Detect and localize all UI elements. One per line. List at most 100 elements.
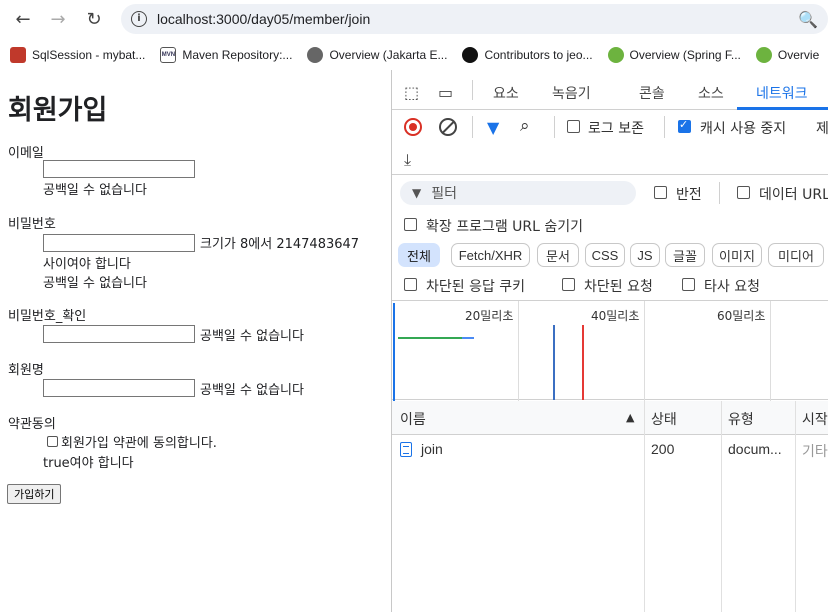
bookmark-label: Overview (Spring F...: [629, 48, 741, 62]
divider: [719, 182, 720, 204]
throttle-label[interactable]: 제: [816, 118, 828, 138]
bookmark-item[interactable]: MVN Maven Repository:...: [160, 47, 292, 63]
page-title: 회원가입: [8, 95, 108, 126]
password-field[interactable]: [43, 234, 195, 252]
mvn-icon: MVN: [160, 47, 177, 63]
github-icon: [462, 47, 479, 63]
type-filter-js[interactable]: JS: [630, 243, 660, 267]
preserve-log-checkbox[interactable]: [567, 120, 580, 133]
password-size-error-cont: 사이여야 합니다: [43, 257, 131, 272]
terms-error: true여야 합니다: [43, 456, 134, 471]
password-confirm-error: 공백일 수 없습니다: [200, 329, 304, 344]
column-divider: [795, 401, 796, 612]
globe-icon: [307, 47, 324, 63]
column-name[interactable]: 이름: [400, 409, 426, 429]
forward-icon[interactable]: →: [43, 4, 73, 34]
timeline-tick-label: 60밀리초: [717, 309, 766, 323]
type-filter-media[interactable]: 미디어: [768, 243, 824, 267]
bookmark-item[interactable]: Overview (Jakarta E...: [307, 47, 447, 63]
join-page: 회원가입 이메일 공백일 수 없습니다 비밀번호 크기가 8에서 2147483…: [0, 80, 391, 612]
devtools-panel: ⬚ ▭ 요소 녹음기 콘솔 소스 네트워크 ▼ ⌕ 로그 보존 캐시 사용 중지…: [391, 70, 828, 612]
clear-icon[interactable]: [439, 118, 457, 136]
bookmark-label: Maven Repository:...: [182, 48, 293, 62]
timeline-tick-label: 20밀리초: [465, 309, 514, 323]
spring-icon: [755, 47, 772, 63]
inspect-element-icon[interactable]: ⬚: [404, 83, 419, 102]
third-party-checkbox[interactable]: [682, 278, 695, 291]
join-submit-button[interactable]: 가입하기: [7, 484, 62, 504]
bookmark-label: Contributors to jeo...: [484, 48, 593, 62]
column-status[interactable]: 상태: [651, 409, 677, 429]
hide-extension-url-label: 확장 프로그램 URL 숨기기: [426, 219, 584, 235]
address-bar[interactable]: i localhost:3000/day05/member/join 🔍: [121, 4, 828, 34]
dom-content-loaded-line: [553, 325, 555, 400]
column-initiator[interactable]: 시작: [802, 409, 828, 429]
disable-cache-label: 캐시 사용 중지: [700, 121, 787, 137]
devtools-tab-bar: ⬚ ▭ 요소 녹음기 콘솔 소스 네트워크: [392, 70, 828, 110]
network-timeline[interactable]: 20밀리초 40밀리초 60밀리초: [392, 300, 828, 401]
request-status: 200: [651, 441, 675, 457]
name-field[interactable]: [43, 379, 195, 397]
spring-icon: [607, 47, 624, 63]
search-icon[interactable]: ⌕: [520, 116, 530, 136]
type-filter-css[interactable]: CSS: [585, 243, 625, 267]
type-filter-fetch[interactable]: Fetch/XHR: [451, 243, 530, 267]
column-type[interactable]: 유형: [728, 409, 754, 429]
import-har-icon[interactable]: ⤓: [404, 150, 411, 170]
email-field[interactable]: [43, 160, 195, 178]
browser-toolbar: ← → ↻ i localhost:3000/day05/member/join…: [0, 0, 828, 38]
bookmark-label: Overview (Jakarta E...: [329, 48, 448, 62]
bookmark-item[interactable]: Overview (Spring F...: [607, 47, 741, 63]
terms-checkbox-label: 회원가입 약관에 동의합니다.: [61, 436, 217, 451]
device-toolbar-icon[interactable]: ▭: [438, 83, 453, 102]
disable-cache-checkbox[interactable]: [678, 118, 691, 133]
terms-checkbox[interactable]: [47, 436, 58, 447]
bookmark-item[interactable]: Overvie: [755, 47, 820, 63]
tab-sources[interactable]: 소스: [698, 83, 724, 103]
bookmark-item[interactable]: SqlSession - mybat...: [10, 47, 145, 63]
filter-funnel-icon[interactable]: ▼: [487, 118, 499, 137]
password-confirm-label: 비밀번호_확인: [8, 309, 87, 324]
sort-asc-icon[interactable]: ▲: [626, 411, 634, 424]
site-info-icon[interactable]: i: [131, 11, 147, 27]
filter-icon: ▼: [412, 186, 422, 200]
load-event-line: [582, 325, 584, 400]
active-tab-indicator: [737, 107, 828, 110]
divider: [472, 80, 473, 100]
bookmarks-bar: SqlSession - mybat... MVN Maven Repositor…: [0, 40, 828, 70]
request-name[interactable]: join: [421, 441, 443, 457]
zoom-icon[interactable]: 🔍: [798, 10, 818, 29]
password-confirm-field[interactable]: [43, 325, 195, 343]
type-filter-font[interactable]: 글꼴: [665, 243, 705, 267]
email-label: 이메일: [8, 146, 44, 161]
url-text: localhost:3000/day05/member/join: [157, 11, 371, 27]
tab-recorder[interactable]: 녹음기: [552, 83, 591, 103]
preserve-log-label: 로그 보존: [588, 121, 644, 137]
column-divider: [721, 401, 722, 612]
back-icon[interactable]: ←: [8, 4, 38, 34]
type-filter-all[interactable]: 전체: [398, 243, 440, 267]
tab-network[interactable]: 네트워크: [756, 83, 808, 103]
blocked-requests-checkbox[interactable]: [562, 278, 575, 291]
timeline-gridline: [770, 301, 771, 401]
bookmark-item[interactable]: Contributors to jeo...: [462, 47, 593, 63]
terms-label: 약관동의: [8, 417, 56, 432]
tab-elements[interactable]: 요소: [493, 83, 519, 103]
terms-checkbox-row[interactable]: 회원가입 약관에 동의합니다.: [47, 432, 217, 451]
invert-checkbox[interactable]: [654, 186, 667, 199]
name-error: 공백일 수 없습니다: [200, 383, 304, 398]
blocked-cookies-checkbox[interactable]: [404, 278, 417, 291]
filter-input[interactable]: ▼ 필터: [400, 181, 636, 205]
record-icon[interactable]: [404, 118, 422, 136]
data-url-checkbox[interactable]: [737, 186, 750, 199]
reload-icon[interactable]: ↻: [79, 4, 109, 34]
hide-extension-url-checkbox[interactable]: [404, 218, 417, 231]
divider: [472, 116, 473, 138]
bookmark-label: Overvie: [777, 48, 820, 62]
type-filter-img[interactable]: 이미지: [712, 243, 762, 267]
tab-console[interactable]: 콘솔: [639, 83, 665, 103]
timeline-selection-handle[interactable]: [393, 303, 395, 401]
timeline-gridline: [518, 301, 519, 401]
divider: [554, 116, 555, 138]
type-filter-doc[interactable]: 문서: [537, 243, 579, 267]
